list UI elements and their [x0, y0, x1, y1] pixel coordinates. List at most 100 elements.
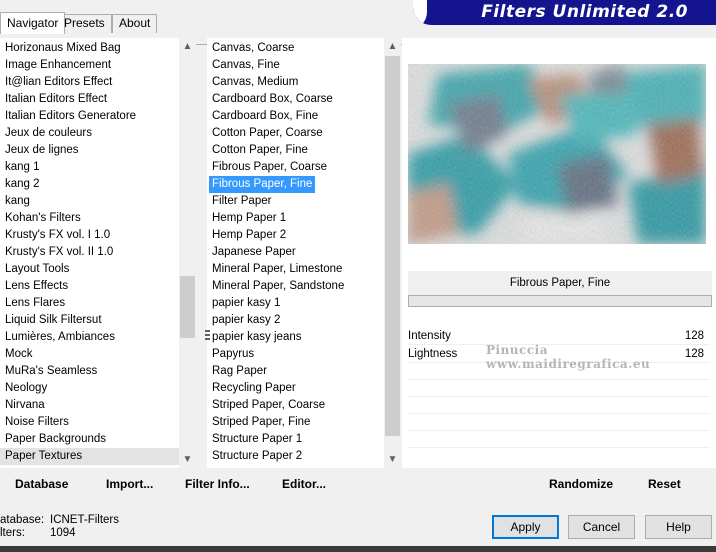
list-item[interactable]: Canvas, Coarse [207, 40, 384, 57]
list-item-label: Neology [5, 382, 48, 394]
list-item[interactable]: Jeux de lignes [0, 142, 179, 159]
list-item[interactable]: Filter Paper [207, 193, 384, 210]
list-item[interactable]: Lens Effects [0, 278, 179, 295]
list-item[interactable]: MuRa's Seamless [0, 363, 179, 380]
list-item[interactable]: Rag Paper [207, 363, 384, 380]
list-item[interactable]: Cardboard Box, Fine [207, 108, 384, 125]
category-list[interactable]: Horizonaus Mixed Bag Image Enhancement It@… [0, 38, 196, 468]
list-item[interactable]: Lumières, Ambiances [0, 329, 179, 346]
list-item[interactable]: Layout Tools [0, 261, 179, 278]
list-item[interactable]: Mineral Paper, Sandstone [207, 278, 384, 295]
database-button[interactable]: Database [15, 477, 68, 491]
import-button[interactable]: Import... [106, 477, 153, 491]
list-item-label: Noise Filters [5, 416, 69, 428]
list-item-label: Mock [5, 348, 33, 360]
list-item[interactable]: Mock [0, 346, 179, 363]
list-item-label: Lumières, Ambiances [5, 331, 115, 343]
list-item-label: Striped Paper, Coarse [212, 399, 326, 411]
list-item-label: Krusty's FX vol. II 1.0 [5, 246, 114, 258]
database-name: ICNET-Filters [50, 514, 119, 526]
list-item[interactable]: Paper Textures [0, 448, 179, 465]
scroll-thumb[interactable] [180, 276, 195, 338]
list-item-label: papier kasy jeans [212, 331, 302, 343]
scroll-down-icon[interactable]: ▼ [384, 451, 401, 468]
list-item[interactable]: Canvas, Medium [207, 74, 384, 91]
cancel-button[interactable]: Cancel [568, 515, 635, 539]
scroll-up-icon[interactable]: ▲ [384, 38, 401, 55]
list-item[interactable]: kang [0, 193, 179, 210]
list-item[interactable]: Hemp Paper 1 [207, 210, 384, 227]
editor-button[interactable]: Editor... [282, 477, 326, 491]
filter-scrollbar[interactable]: ▲ ▼ [384, 38, 401, 468]
tab-about[interactable]: About [112, 14, 158, 33]
param-intensity[interactable]: Intensity 128 [408, 328, 710, 345]
list-item-label: Mineral Paper, Sandstone [212, 280, 345, 292]
list-item[interactable]: Nirvana [0, 397, 179, 414]
filter-progress-bar [408, 295, 712, 307]
list-item-label: Cardboard Box, Coarse [212, 93, 333, 105]
list-item[interactable]: Noise Filters [0, 414, 179, 431]
scroll-up-icon[interactable]: ▲ [179, 38, 196, 55]
list-item[interactable]: Liquid Silk Filtersut [0, 312, 179, 329]
list-item[interactable]: papier kasy jeans [207, 329, 384, 346]
list-item[interactable]: Striped Paper, Fine [207, 414, 384, 431]
list-item-label: Italian Editors Effect [5, 93, 108, 105]
list-item-label: Canvas, Coarse [212, 42, 295, 54]
filter-info-button[interactable]: Filter Info... [185, 477, 250, 491]
list-item-label: Hemp Paper 1 [212, 212, 287, 224]
list-item-label: It@lian Editors Effect [5, 76, 113, 88]
apply-button[interactable]: Apply [492, 515, 559, 539]
list-item[interactable]: Structure Paper 1 [207, 431, 384, 448]
list-item-label: Filter Paper [212, 195, 272, 207]
list-item[interactable]: Cotton Paper, Coarse [207, 125, 384, 142]
list-item[interactable]: Hemp Paper 2 [207, 227, 384, 244]
list-item[interactable]: papier kasy 2 [207, 312, 384, 329]
list-item[interactable]: Japanese Paper [207, 244, 384, 261]
list-item[interactable]: Italian Editors Generatore [0, 108, 179, 125]
list-item-label: Cardboard Box, Fine [212, 110, 319, 122]
list-item[interactable]: Papyrus [207, 346, 384, 363]
help-button[interactable]: Help [645, 515, 712, 539]
list-item[interactable]: Fibrous Paper, Fine [207, 176, 384, 193]
list-item[interactable]: Cardboard Box, Coarse [207, 91, 384, 108]
randomize-button[interactable]: Randomize [549, 477, 613, 491]
database-info: atabase: ICNET-Filters lters: 1094 [0, 514, 119, 539]
list-item-label: Hemp Paper 2 [212, 229, 287, 241]
list-item[interactable]: It@lian Editors Effect [0, 74, 179, 91]
scroll-thumb[interactable] [385, 56, 400, 436]
app-title: Filters Unlimited 2.0 [481, 2, 688, 22]
scroll-down-icon[interactable]: ▼ [179, 451, 196, 468]
list-item-label: Paper Backgrounds [5, 433, 107, 445]
list-item[interactable]: Italian Editors Effect [0, 91, 179, 108]
list-item[interactable]: Jeux de couleurs [0, 125, 179, 142]
list-item[interactable]: Mineral Paper, Limestone [207, 261, 384, 278]
list-item[interactable]: Canvas, Fine [207, 57, 384, 74]
list-item-label: Kohan's Filters [5, 212, 81, 224]
reset-button[interactable]: Reset [648, 477, 681, 491]
list-item[interactable]: Striped Paper, Coarse [207, 397, 384, 414]
param-value: 128 [684, 330, 704, 342]
list-item[interactable]: Krusty's FX vol. I 1.0 [0, 227, 179, 244]
list-item-label: Structure Paper 2 [212, 450, 303, 462]
category-scrollbar[interactable]: ▲ ▼ [179, 38, 196, 468]
list-item[interactable]: Kohan's Filters [0, 210, 179, 227]
list-item[interactable]: Cotton Paper, Fine [207, 142, 384, 159]
list-item[interactable]: Structure Paper 2 [207, 448, 384, 465]
list-item-label: kang [5, 195, 30, 207]
list-item[interactable]: kang 1 [0, 159, 179, 176]
list-item-label: papier kasy 2 [212, 314, 281, 326]
list-item[interactable]: Neology [0, 380, 179, 397]
list-item[interactable]: papier kasy 1 [207, 295, 384, 312]
list-item[interactable]: Horizonaus Mixed Bag [0, 40, 179, 57]
list-item-label: Paper Textures [0, 448, 179, 465]
list-item[interactable]: Krusty's FX vol. II 1.0 [0, 244, 179, 261]
list-item[interactable]: Fibrous Paper, Coarse [207, 159, 384, 176]
title-banner: Filters Unlimited 2.0 [413, 0, 716, 25]
filter-list[interactable]: Canvas, Coarse Canvas, Fine Canvas, Medium… [207, 38, 401, 468]
list-item[interactable]: kang 2 [0, 176, 179, 193]
list-item[interactable]: Recycling Paper [207, 380, 384, 397]
tab-navigator[interactable]: Navigator [0, 12, 66, 34]
list-item[interactable]: Image Enhancement [0, 57, 179, 74]
list-item[interactable]: Lens Flares [0, 295, 179, 312]
list-item[interactable]: Paper Backgrounds [0, 431, 179, 448]
